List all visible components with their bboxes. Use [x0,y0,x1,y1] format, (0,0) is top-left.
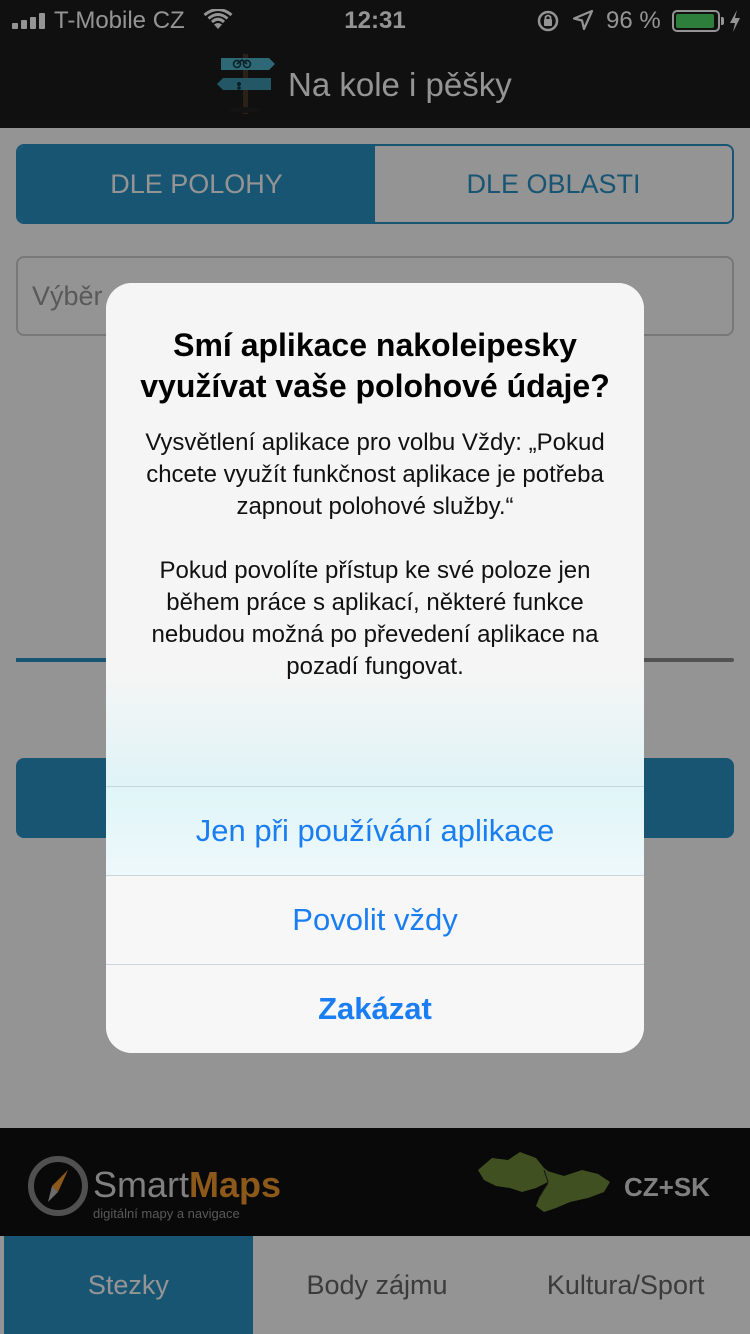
alert-message: Vysvětlení aplikace pro volbu Vždy: „Pok… [132,427,618,683]
location-permission-alert: Smí aplikace nakoleipesky využívat vaše … [106,283,644,1053]
alert-body: Smí aplikace nakoleipesky využívat vaše … [106,283,644,786]
alert-title: Smí aplikace nakoleipesky využívat vaše … [140,327,610,404]
deny-button[interactable]: Zakázat [106,964,644,1053]
allow-always-button[interactable]: Povolit vždy [106,875,644,964]
allow-while-using-button[interactable]: Jen při používání aplikace [106,786,644,875]
alert-message-warning: Pokud povolíte přístup ke své poloze jen… [151,557,599,680]
alert-message-explanation: Vysvětlení aplikace pro volbu Vždy: „Pok… [145,429,605,520]
